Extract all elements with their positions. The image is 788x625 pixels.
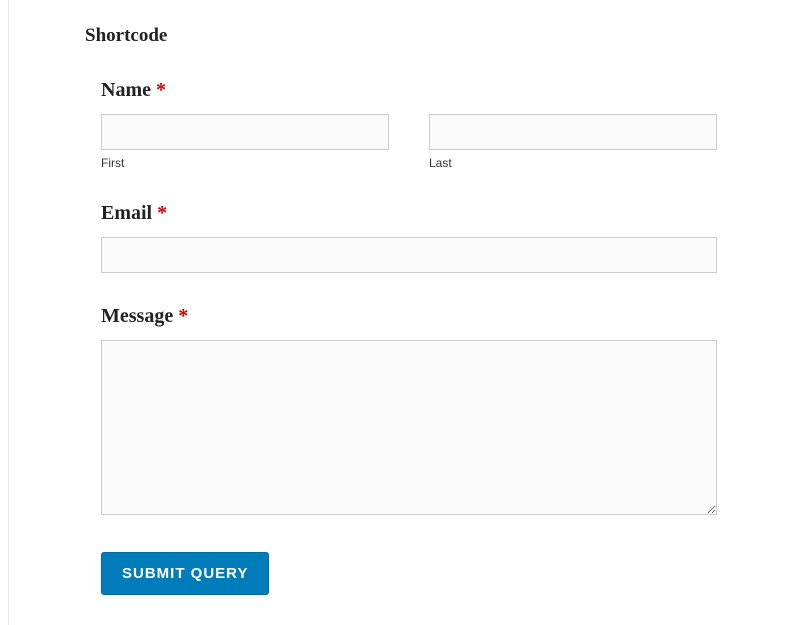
message-label: Message * <box>101 305 717 328</box>
first-name-input[interactable] <box>101 114 389 150</box>
email-label: Email * <box>101 202 717 225</box>
message-textarea[interactable] <box>101 340 717 515</box>
name-required-star: * <box>156 79 166 101</box>
first-name-sublabel: First <box>101 156 389 170</box>
form-container: Shortcode Name * First Last Email * Mess… <box>8 0 788 625</box>
email-label-text: Email <box>101 202 152 224</box>
last-name-sublabel: Last <box>429 156 717 170</box>
email-input[interactable] <box>101 237 717 273</box>
contact-form: Name * First Last Email * Message * Subm… <box>29 79 717 595</box>
email-required-star: * <box>157 202 167 224</box>
message-required-star: * <box>178 305 188 327</box>
first-name-col: First <box>101 114 389 170</box>
last-name-input[interactable] <box>429 114 717 150</box>
name-label-text: Name <box>101 79 151 101</box>
section-title: Shortcode <box>29 0 768 47</box>
name-label: Name * <box>101 79 717 102</box>
submit-button[interactable]: Submit Query <box>101 552 269 595</box>
last-name-col: Last <box>429 114 717 170</box>
name-row: First Last <box>101 114 717 170</box>
message-label-text: Message <box>101 305 173 327</box>
